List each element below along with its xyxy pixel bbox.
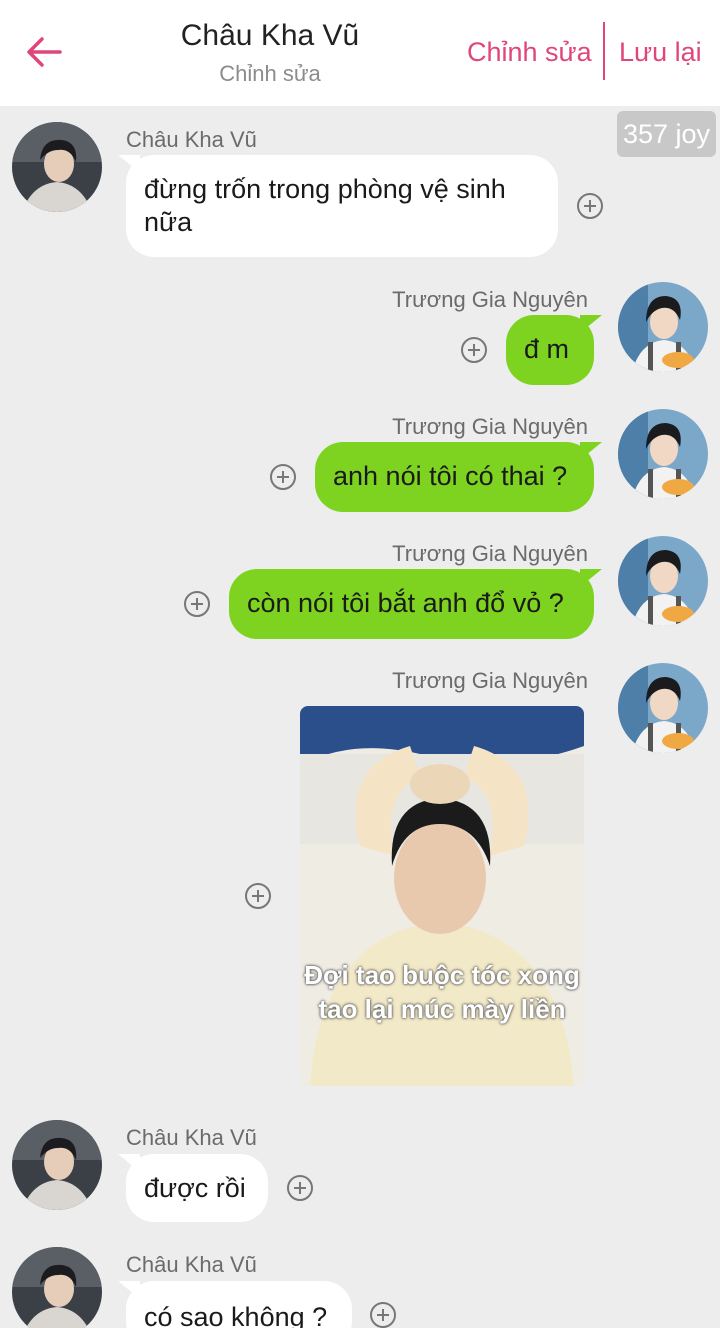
- header-divider: [603, 22, 605, 80]
- add-reaction-icon[interactable]: [245, 883, 271, 909]
- avatar-truong-gia-nguyen[interactable]: [618, 536, 708, 626]
- sender-name: Trương Gia Nguyên: [392, 287, 588, 312]
- add-reaction-icon[interactable]: [370, 1302, 396, 1328]
- sender-name: Châu Kha Vũ: [126, 1125, 257, 1150]
- edit-button[interactable]: Chỉnh sửa: [467, 34, 592, 70]
- avatar-chau-kha-vu[interactable]: [12, 1120, 102, 1210]
- message-bubble[interactable]: còn nói tôi bắt anh đổ vỏ ?: [229, 569, 594, 639]
- joy-counter-badge: 357 joy: [617, 111, 716, 157]
- message-bubble[interactable]: anh nói tôi có thai ?: [315, 442, 594, 512]
- page-title: Châu Kha Vũ: [180, 19, 360, 52]
- meme-caption: Đợi tao buộc tóc xong tao lại múc mày li…: [304, 960, 580, 1024]
- avatar-truong-gia-nguyen[interactable]: [618, 663, 708, 753]
- avatar-truong-gia-nguyen[interactable]: [618, 409, 708, 499]
- message-bubble[interactable]: được rồi: [126, 1154, 268, 1222]
- sender-name: Châu Kha Vũ: [126, 127, 257, 152]
- meme-image[interactable]: Đợi tao buộc tóc xong tao lại múc mày li…: [300, 706, 584, 1086]
- sender-name: Châu Kha Vũ: [126, 1252, 257, 1277]
- add-reaction-icon[interactable]: [184, 591, 210, 617]
- add-reaction-icon[interactable]: [270, 464, 296, 490]
- avatar-chau-kha-vu[interactable]: [12, 1247, 102, 1328]
- back-button[interactable]: [22, 30, 66, 74]
- add-reaction-icon[interactable]: [461, 337, 487, 363]
- header-title-group: Châu Kha Vũ Chỉnh sửa: [120, 18, 420, 94]
- message-bubble[interactable]: đ m: [506, 315, 594, 385]
- message-bubble[interactable]: có sao không ?: [126, 1281, 352, 1328]
- meme-photo: [300, 706, 584, 1086]
- chat-header: Châu Kha Vũ Chỉnh sửa Chỉnh sửa Lưu lại: [0, 0, 720, 106]
- sender-name: Trương Gia Nguyên: [392, 541, 588, 566]
- avatar-chau-kha-vu[interactable]: [12, 122, 102, 212]
- avatar-truong-gia-nguyen[interactable]: [618, 282, 708, 372]
- add-reaction-icon[interactable]: [287, 1175, 313, 1201]
- save-button[interactable]: Lưu lại: [619, 34, 702, 70]
- arrow-left-icon: [27, 37, 62, 67]
- add-reaction-icon[interactable]: [577, 193, 603, 219]
- sender-name: Trương Gia Nguyên: [392, 668, 588, 693]
- sender-name: Trương Gia Nguyên: [392, 414, 588, 439]
- page-subtitle: Chỉnh sửa: [219, 61, 321, 86]
- message-bubble[interactable]: đừng trốn trong phòng vệ sinh nữa: [126, 155, 558, 257]
